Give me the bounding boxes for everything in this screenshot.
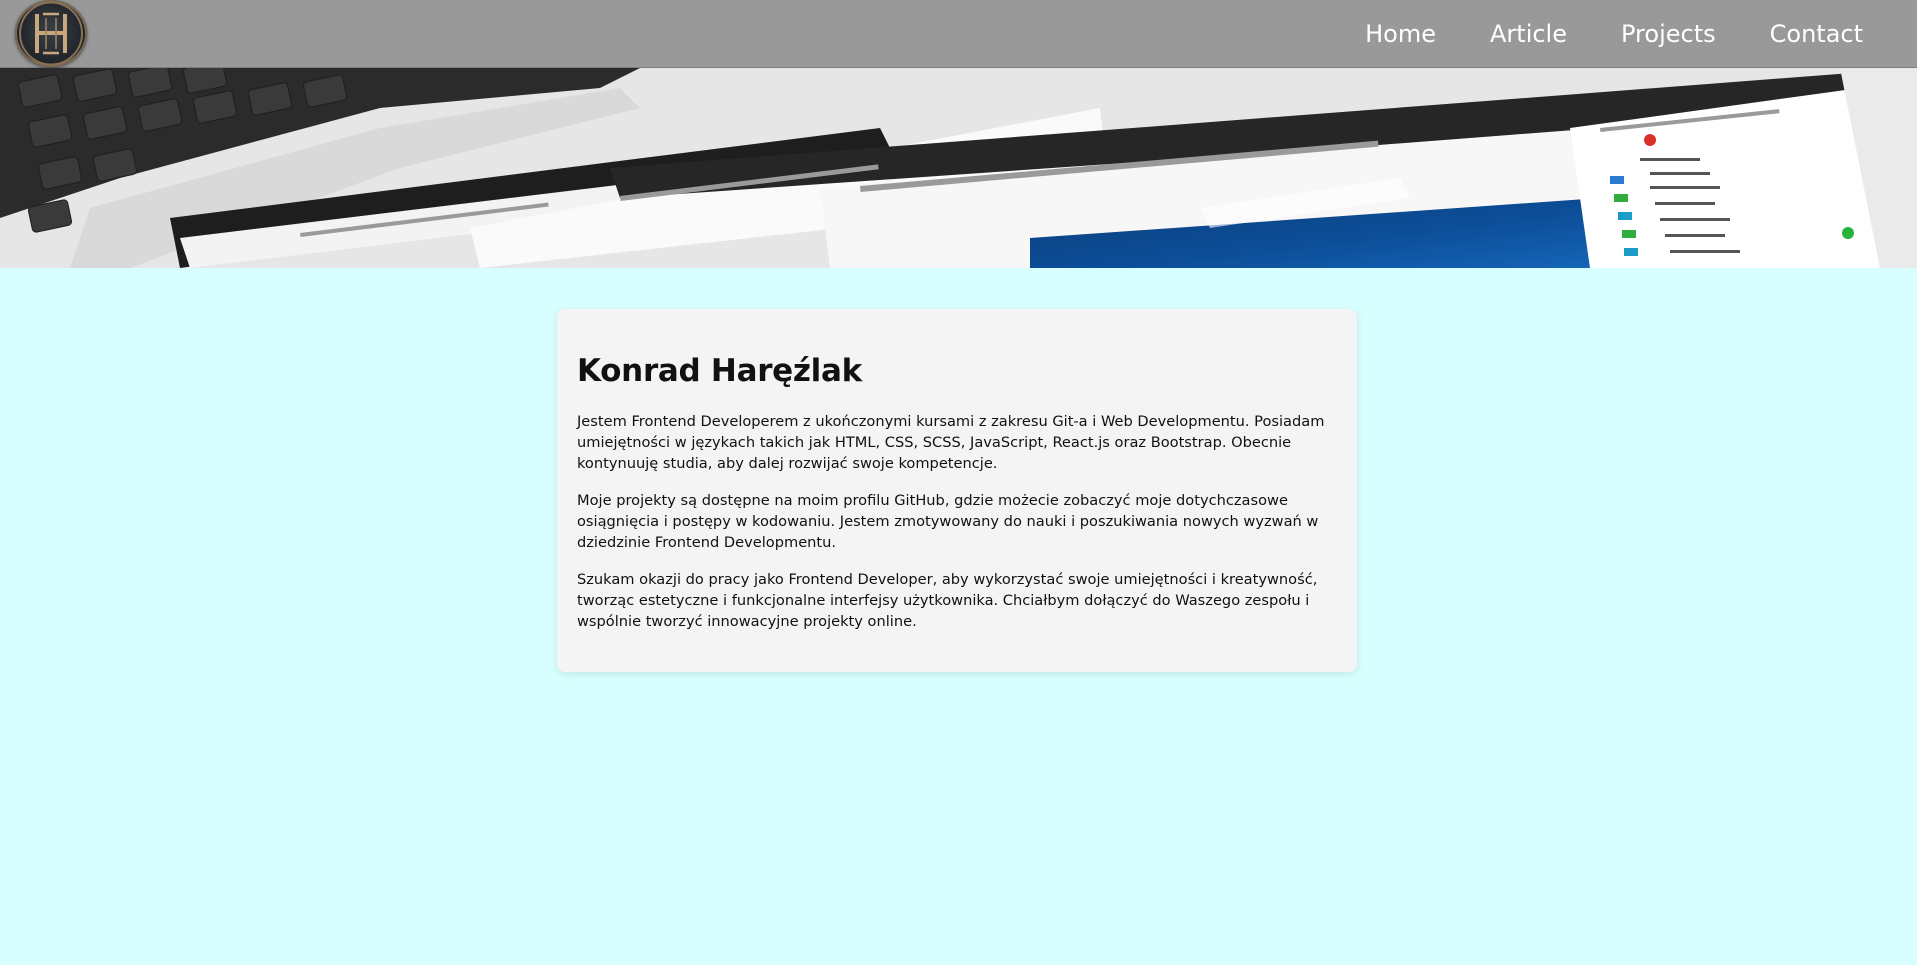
h-monogram-logo-icon[interactable] bbox=[15, 0, 87, 67]
navbar: Home Article Projects Contact bbox=[0, 0, 1917, 68]
hero-banner-image bbox=[0, 68, 1917, 268]
about-paragraph-github: Moje projekty są dostępne na moim profil… bbox=[577, 492, 1319, 551]
nav-link-home[interactable]: Home bbox=[1365, 20, 1436, 48]
nav-link-contact[interactable]: Contact bbox=[1770, 20, 1863, 48]
laptop-screens-illustration bbox=[0, 68, 1917, 268]
about-paragraph-job: Szukam okazji do pracy jako Frontend Dev… bbox=[577, 571, 1318, 630]
nav-link-article[interactable]: Article bbox=[1490, 20, 1567, 48]
main-nav: Home Article Projects Contact bbox=[1365, 0, 1917, 68]
about-paragraph-intro: Jestem Frontend Developerem z ukończonym… bbox=[577, 413, 1325, 472]
nav-link-projects[interactable]: Projects bbox=[1621, 20, 1716, 48]
about-card: Konrad Haręźlak Jestem Frontend Develope… bbox=[557, 309, 1357, 672]
about-name-heading: Konrad Haręźlak bbox=[577, 353, 862, 389]
